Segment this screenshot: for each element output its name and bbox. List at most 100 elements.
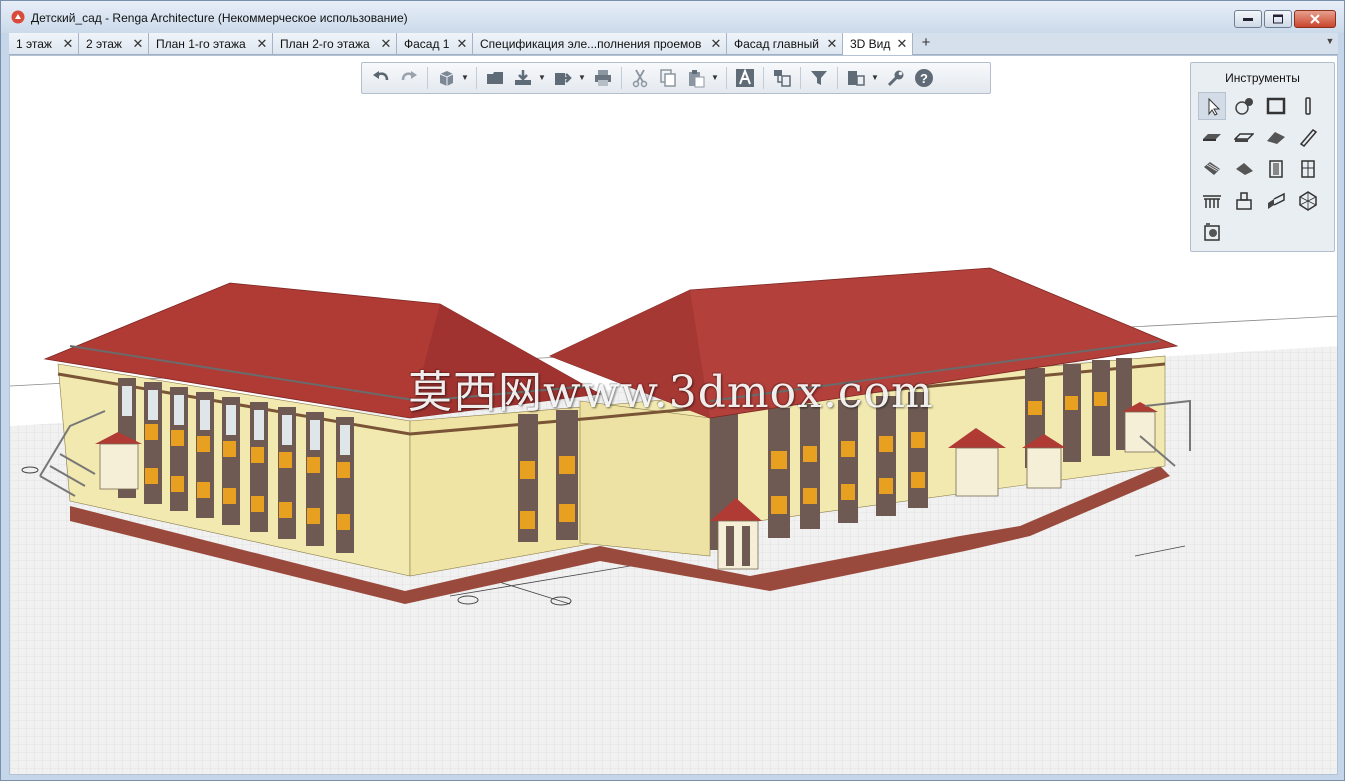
renga-logo-icon — [11, 10, 25, 24]
visibility-icon — [848, 71, 865, 86]
tool-ramp[interactable] — [1230, 155, 1258, 183]
redo-button[interactable] — [397, 66, 421, 90]
toolbar-separator — [726, 67, 727, 89]
import-button[interactable] — [511, 66, 535, 90]
roof-icon — [1267, 132, 1285, 144]
redo-icon — [401, 71, 417, 81]
tab-close-icon[interactable]: ✕ — [709, 36, 723, 52]
3d-viewport[interactable]: 莫西网www.3dmox.com ▼ ▼ ▼ ▼ ▼ ? Инструменты — [9, 55, 1338, 775]
maximize-icon — [1273, 14, 1283, 24]
tool-opening[interactable] — [1262, 187, 1290, 215]
toolbar-separator — [427, 67, 428, 89]
layers-icon — [774, 70, 791, 87]
room-icon — [1266, 97, 1286, 115]
tab-close-icon[interactable]: ✕ — [455, 36, 469, 52]
add-tab-button[interactable]: + — [917, 33, 935, 54]
tab-facade-1[interactable]: Фасад 1 ✕ — [397, 33, 473, 54]
tool-beam[interactable] — [1294, 123, 1322, 151]
folder-icon — [487, 72, 503, 84]
tool-assembly[interactable] — [1294, 187, 1322, 215]
tool-annotation[interactable] — [1230, 92, 1258, 120]
tab-label: Фасад 1 — [404, 36, 450, 51]
tool-roof[interactable] — [1262, 123, 1290, 151]
undo-button[interactable] — [369, 66, 393, 90]
copy-button[interactable] — [656, 66, 680, 90]
tab-close-icon[interactable]: ✕ — [825, 36, 839, 52]
tool-stair[interactable] — [1198, 155, 1226, 183]
undo-icon — [373, 71, 389, 81]
tab-2-floor[interactable]: 2 этаж ✕ — [79, 33, 149, 54]
tool-slab[interactable] — [1198, 123, 1226, 151]
tab-specification[interactable]: Спецификация эле...полнения проемов ✕ — [473, 33, 727, 54]
tool-select[interactable] — [1198, 92, 1226, 120]
tab-label: 3D Вид — [850, 37, 891, 51]
tab-label: 1 этаж — [16, 36, 52, 51]
tab-close-icon[interactable]: ✕ — [379, 36, 393, 52]
app-window: Детский_сад - Renga Architecture (Некомм… — [0, 0, 1345, 781]
tab-close-icon[interactable]: ✕ — [131, 36, 145, 52]
minimize-button[interactable] — [1234, 10, 1262, 28]
door-icon — [1269, 160, 1283, 178]
import-dropdown-icon[interactable]: ▼ — [537, 66, 547, 90]
cut-button[interactable] — [628, 66, 652, 90]
view-dropdown-icon[interactable]: ▼ — [460, 66, 470, 90]
print-icon — [595, 70, 611, 86]
tool-equipment[interactable] — [1230, 187, 1258, 215]
tab-plan-2[interactable]: План 2-го этажа ✕ — [273, 33, 397, 54]
close-window-button[interactable] — [1294, 10, 1336, 28]
tab-1-floor[interactable]: 1 этаж ✕ — [9, 33, 79, 54]
tool-element[interactable] — [1198, 218, 1226, 246]
help-icon: ? — [915, 69, 933, 87]
export-button[interactable] — [551, 66, 575, 90]
cut-icon — [632, 69, 648, 88]
help-button[interactable]: ? — [912, 66, 936, 90]
tab-label: План 1-го этажа — [156, 36, 246, 51]
tool-floor[interactable] — [1230, 123, 1258, 151]
tab-3d-view[interactable]: 3D Вид ✕ — [843, 33, 913, 55]
tool-window[interactable] — [1294, 155, 1322, 183]
tab-label: 2 этаж — [86, 36, 122, 51]
opening-icon — [1268, 192, 1285, 209]
tab-close-icon[interactable]: ✕ — [255, 36, 269, 52]
paste-button[interactable] — [684, 66, 708, 90]
close-icon — [1310, 14, 1320, 24]
visibility-dropdown-icon[interactable]: ▼ — [870, 66, 880, 90]
ramp-icon — [1236, 163, 1253, 175]
view-cube-button[interactable] — [434, 66, 458, 90]
filter-button[interactable] — [807, 66, 831, 90]
text-style-button[interactable] — [733, 66, 757, 90]
maximize-button[interactable] — [1264, 10, 1292, 28]
toolbar-separator — [763, 67, 764, 89]
print-button[interactable] — [591, 66, 615, 90]
tab-main-facade[interactable]: Фасад главный ✕ — [727, 33, 843, 54]
title-bar: Детский_сад - Renga Architecture (Некомм… — [1, 1, 1344, 33]
settings-button[interactable] — [884, 66, 908, 90]
tool-room[interactable] — [1262, 92, 1290, 120]
toolbar-separator — [621, 67, 622, 89]
open-button[interactable] — [483, 66, 507, 90]
visibility-button[interactable] — [844, 66, 868, 90]
tab-label: Фасад главный — [734, 36, 819, 51]
tab-close-icon[interactable]: ✕ — [895, 36, 909, 52]
tool-railing[interactable] — [1198, 187, 1226, 215]
window-icon — [1301, 160, 1315, 178]
toolbar-separator — [800, 67, 801, 89]
stair-icon — [1204, 162, 1220, 175]
tab-close-icon[interactable]: ✕ — [61, 36, 75, 52]
copy-icon — [660, 69, 676, 87]
equipment-icon — [1236, 192, 1252, 210]
tab-plan-1[interactable]: План 1-го этажа ✕ — [149, 33, 273, 54]
entrance-porch — [95, 432, 142, 490]
paste-icon — [689, 70, 705, 88]
text-style-icon — [736, 68, 754, 87]
toolbar-separator — [837, 67, 838, 89]
paste-dropdown-icon[interactable]: ▼ — [710, 66, 720, 90]
tool-door[interactable] — [1262, 155, 1290, 183]
tools-panel: Инструменты — [1190, 62, 1335, 252]
export-dropdown-icon[interactable]: ▼ — [577, 66, 587, 90]
center-block-wall — [579, 400, 711, 557]
tool-column[interactable] — [1294, 92, 1322, 120]
toolbar-separator — [476, 67, 477, 89]
layers-button[interactable] — [770, 66, 794, 90]
tab-list-dropdown-icon[interactable]: ▼ — [1324, 36, 1336, 50]
